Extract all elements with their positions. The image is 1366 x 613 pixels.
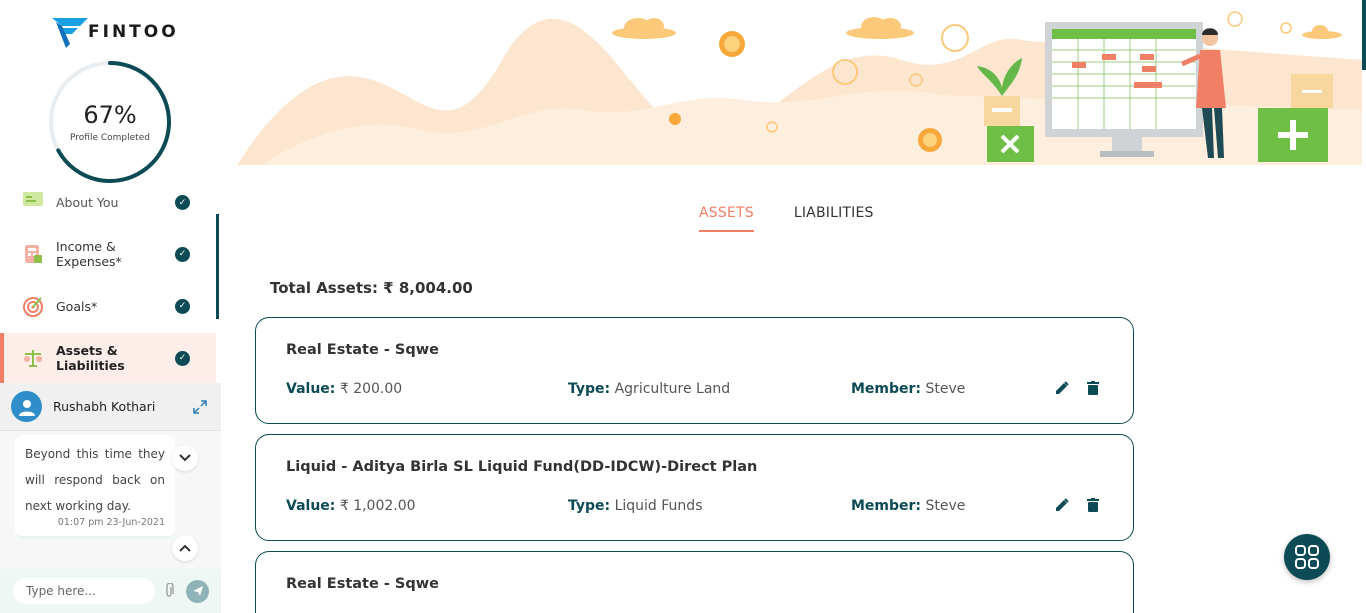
apps-grid-button[interactable] — [1284, 534, 1330, 580]
chevron-down-icon[interactable] — [172, 445, 198, 471]
chat-message-bubble: Beyond this time they will respond back … — [15, 435, 175, 539]
check-icon: ✓ — [175, 195, 190, 210]
chat-message-input[interactable] — [13, 578, 155, 604]
fintoo-logo[interactable]: FINTOO — [52, 14, 179, 48]
delete-trash-icon[interactable] — [1085, 380, 1101, 396]
send-icon[interactable] — [186, 579, 209, 603]
fintoo-logo-mark-icon — [52, 14, 90, 48]
profile-progress-ring: 67% Profile Completed — [48, 60, 172, 184]
sidebar-item-label: Assets & Liabilities — [56, 343, 125, 373]
sidebar-scroll-indicator — [216, 214, 219, 319]
asset-value: Value: ₹ 200.00 — [286, 381, 403, 397]
asset-value: Value: ₹ 1,002.00 — [286, 498, 416, 514]
total-assets: Total Assets: ₹ 8,004.00 — [270, 279, 473, 297]
asset-title: Liquid - Aditya Birla SL Liquid Fund(DD-… — [286, 459, 758, 475]
asset-card: Real Estate - Sqwe — [255, 551, 1134, 613]
balance-scale-icon — [22, 347, 44, 369]
asset-type: Type: Agriculture Land — [568, 381, 731, 397]
header-banner-illustration — [222, 0, 1362, 190]
profile-progress-label: Profile Completed — [70, 133, 150, 143]
user-icon — [18, 399, 35, 416]
chat-input-row — [0, 569, 221, 613]
asset-member: Member: Steve — [851, 381, 966, 397]
check-icon: ✓ — [175, 246, 190, 262]
asset-title: Real Estate - Sqwe — [286, 576, 439, 592]
sidebar-item-label: Income & Expenses* — [56, 239, 122, 269]
edit-pencil-icon[interactable] — [1054, 380, 1070, 396]
chat-agent-name: Rushabh Kothari — [53, 399, 156, 414]
sidebar-item-label: About You — [56, 195, 119, 210]
avatar — [11, 391, 42, 422]
sidebar-item-assets-liabilities[interactable]: Assets & Liabilities ✓ — [0, 333, 216, 383]
asset-card: Real Estate - Sqwe Value: ₹ 200.00 Type:… — [255, 317, 1134, 424]
sidebar-item-goals[interactable]: Goals* ✓ — [0, 281, 216, 331]
check-icon: ✓ — [175, 350, 190, 366]
expand-icon[interactable] — [191, 398, 209, 416]
chat-header[interactable]: Rushabh Kothari — [0, 383, 221, 431]
calculator-icon — [22, 243, 44, 265]
profile-percent: 67% — [83, 101, 137, 129]
assets-liabilities-tabs: ASSETS LIABILITIES — [699, 205, 914, 232]
grid-icon — [1295, 545, 1319, 569]
chat-widget: Rushabh Kothari Beyond this time they wi… — [0, 383, 221, 613]
page-scroll-indicator — [1362, 0, 1366, 70]
sidebar-item-income-expenses[interactable]: Income & Expenses* ✓ — [0, 229, 216, 279]
tab-liabilities[interactable]: LIABILITIES — [794, 205, 874, 232]
cloud-icon — [612, 17, 1342, 39]
tab-assets[interactable]: ASSETS — [699, 205, 754, 232]
sidebar-item-label: Goals* — [56, 298, 98, 314]
asset-card: Liquid - Aditya Birla SL Liquid Fund(DD-… — [255, 434, 1134, 541]
target-icon — [22, 295, 44, 317]
chevron-up-icon[interactable] — [172, 535, 198, 561]
paperclip-icon[interactable] — [161, 583, 177, 599]
delete-trash-icon[interactable] — [1085, 497, 1101, 513]
person-card-icon — [22, 188, 44, 210]
asset-member: Member: Steve — [851, 498, 966, 514]
chat-message-text: Beyond this time they will respond back … — [25, 447, 165, 513]
asset-title: Real Estate - Sqwe — [286, 342, 439, 358]
check-icon: ✓ — [175, 298, 190, 314]
brand-name: FINTOO — [88, 22, 179, 42]
edit-pencil-icon[interactable] — [1054, 497, 1070, 513]
asset-type: Type: Liquid Funds — [568, 498, 703, 514]
sidebar-item-about-you[interactable]: About You ✓ — [0, 186, 216, 210]
